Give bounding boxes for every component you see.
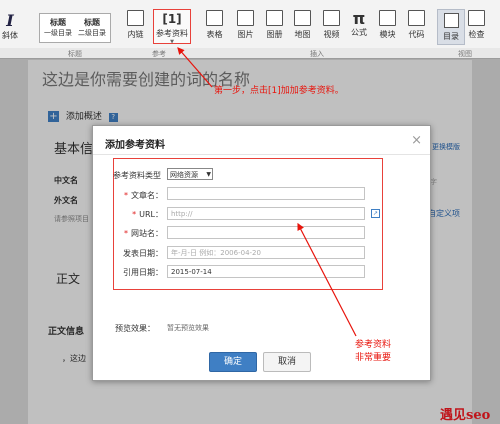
heading2-button[interactable]: 标题 二级目录 <box>78 17 106 38</box>
watermark: 遇见seo <box>440 408 491 423</box>
image-button[interactable]: 图片 <box>237 10 254 40</box>
heading1-label: 标题 <box>50 18 66 27</box>
dialog-title: 添加参考资料 <box>105 140 165 151</box>
table-label: 表格 <box>206 30 223 39</box>
video-icon <box>323 10 340 26</box>
important-line2: 非常重要 <box>354 353 391 363</box>
heading2-label: 标题 <box>84 18 100 27</box>
url-input[interactable]: http:// <box>167 207 365 220</box>
module-icon <box>379 10 396 26</box>
table-button[interactable]: 表格 <box>206 10 223 40</box>
formula-icon: π <box>352 9 366 28</box>
module-button[interactable]: 模块 <box>379 10 396 40</box>
code-label: 代码 <box>408 30 425 39</box>
site-input[interactable] <box>167 226 365 239</box>
check-button[interactable]: 检查 <box>468 10 485 40</box>
close-icon[interactable]: × <box>411 133 422 148</box>
article-label-text: 文章名： <box>131 191 163 200</box>
italic-label: 斜体 <box>2 31 18 40</box>
table-icon <box>206 10 223 26</box>
italic-button[interactable]: I 斜体 <box>2 12 18 41</box>
site-label: * 网站名： <box>124 229 163 238</box>
image-label: 图片 <box>237 30 254 39</box>
catalog-icon <box>443 13 459 28</box>
preview-label: 预览效果： <box>115 324 155 333</box>
dialog-divider <box>93 154 430 155</box>
url-label-text: URL： <box>139 210 163 219</box>
reference-label: 参考资料 <box>156 29 188 38</box>
article-label: * 文章名： <box>124 191 163 200</box>
cite-label: 引用日期： <box>123 268 163 277</box>
inner-link-icon <box>127 10 144 26</box>
article-input[interactable] <box>167 187 365 200</box>
check-icon <box>468 10 485 26</box>
external-link-icon[interactable]: ↗ <box>371 209 380 218</box>
editor-toolbar: I 斜体 标题 一级目录 标题 二级目录 内链 [1] 参考资料 ▼ 表格 图片… <box>0 0 500 59</box>
map-icon <box>294 10 311 26</box>
confirm-button[interactable]: 确定 <box>209 352 257 372</box>
publish-label: 发表日期： <box>123 249 163 258</box>
formula-button[interactable]: π 公式 <box>351 10 367 38</box>
image-icon <box>237 10 254 26</box>
cite-date-input[interactable]: 2015-07-14 <box>167 265 365 278</box>
album-button[interactable]: 图册 <box>266 10 283 40</box>
formula-label: 公式 <box>351 28 367 37</box>
heading1-sub: 一级目录 <box>44 29 72 37</box>
check-label: 检查 <box>468 30 485 39</box>
inner-link-button[interactable]: 内链 <box>127 10 144 40</box>
map-label: 地图 <box>294 30 311 39</box>
group-labels: 标题 参考 插入 视图 <box>0 48 500 58</box>
cancel-button[interactable]: 取消 <box>263 352 311 372</box>
video-label: 视频 <box>323 30 340 39</box>
album-label: 图册 <box>266 30 283 39</box>
important-line1: 参考资料 <box>354 340 391 350</box>
module-label: 模块 <box>379 30 396 39</box>
catalog-button[interactable]: 目录 <box>437 9 465 45</box>
chevron-down-icon: ▼ <box>170 39 174 45</box>
preview-value: 暂无预览效果 <box>167 324 209 332</box>
important-annotation: 参考资料 非常重要 <box>348 337 398 363</box>
italic-icon: I <box>6 11 14 30</box>
url-label: * URL： <box>132 210 163 219</box>
map-button[interactable]: 地图 <box>294 10 311 40</box>
reference-icon: [1] <box>162 12 182 26</box>
heading1-button[interactable]: 标题 一级目录 <box>44 17 72 38</box>
type-select-value: 网络资源 <box>170 171 198 179</box>
type-label: 参考资料类型 <box>113 171 161 180</box>
type-select[interactable]: 网络资源 ▼ <box>167 168 213 180</box>
chevron-down-icon: ▼ <box>206 171 211 178</box>
video-button[interactable]: 视频 <box>323 10 340 40</box>
code-button[interactable]: 代码 <box>408 10 425 40</box>
catalog-label: 目录 <box>443 32 459 41</box>
heading2-sub: 二级目录 <box>78 29 106 37</box>
site-label-text: 网站名： <box>131 229 163 238</box>
inner-link-label: 内链 <box>127 30 144 39</box>
publish-date-input[interactable]: 年-月-日 例如：2006-04-20 <box>167 246 365 259</box>
album-icon <box>266 10 283 26</box>
heading-group: 标题 一级目录 标题 二级目录 <box>39 13 111 43</box>
code-icon <box>408 10 425 26</box>
step1-annotation: 第一步，点击[1]加加参考资料。 <box>214 86 344 96</box>
reference-button[interactable]: [1] 参考资料 ▼ <box>153 9 191 45</box>
